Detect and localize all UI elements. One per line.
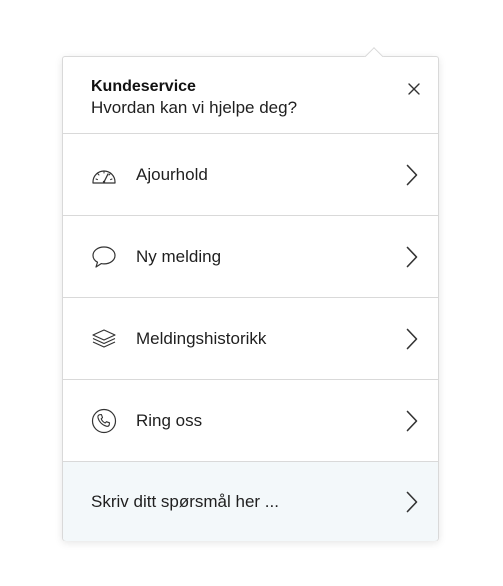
ask-question-button[interactable]: Skriv ditt spørsmål her ... [63,462,438,541]
layers-icon [90,325,118,353]
menu-item-label: Meldingshistorikk [136,328,267,348]
close-button[interactable] [404,79,424,99]
menu-item-ny-melding[interactable]: Ny melding [63,216,438,298]
menu-item-label: Ny melding [136,246,222,266]
close-icon [408,83,420,95]
speech-bubble-icon [90,243,118,271]
ask-question-label: Skriv ditt spørsmål her ... [91,491,279,511]
menu-item-meldingshistorikk[interactable]: Meldingshistorikk [63,298,438,380]
popover-caret [364,44,384,57]
phone-icon [90,407,118,435]
menu-item-label: Ajourhold [136,164,208,184]
chevron-right-icon [404,488,420,516]
menu-item-ajourhold[interactable]: Ajourhold [63,134,438,216]
popover-subtitle: Hvordan kan vi hjelpe deg? [91,98,298,117]
menu-item-ring-oss[interactable]: Ring oss [63,380,438,462]
customer-service-popover: Kundeservice Hvordan kan vi hjelpe deg? … [62,56,439,541]
popover-header: Kundeservice Hvordan kan vi hjelpe deg? [63,57,438,134]
chevron-right-icon [404,161,420,189]
popover-title: Kundeservice [91,78,196,95]
menu-item-label: Ring oss [136,410,203,430]
chevron-right-icon [404,243,420,271]
speedometer-icon [90,161,118,189]
chevron-right-icon [404,407,420,435]
chevron-right-icon [404,325,420,353]
